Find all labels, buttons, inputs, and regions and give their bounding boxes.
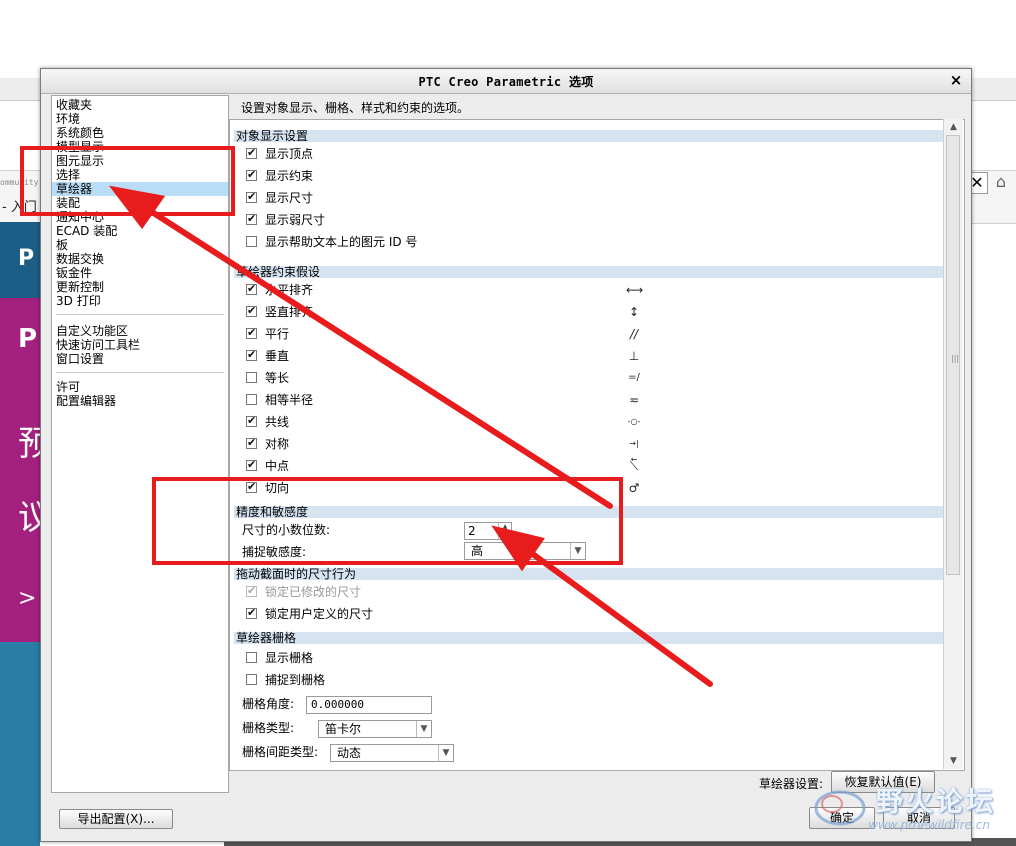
nav-item-3d-print[interactable]: 3D 打印 xyxy=(56,294,224,308)
option-show-vertices[interactable]: 显示顶点 xyxy=(246,146,313,162)
option-midpoint[interactable]: 中点 xyxy=(246,458,289,474)
midpoint-constraint-icon: ⟍ xyxy=(629,459,639,473)
grid-type-select[interactable]: 笛卡尔 ▼ xyxy=(318,720,432,738)
option-collinear[interactable]: 共线 xyxy=(246,414,289,430)
option-lock-modified-dims: 锁定已修改的尺寸 xyxy=(246,584,361,600)
option-show-dimensions[interactable]: 显示尺寸 xyxy=(246,190,313,206)
tangent-constraint-icon: ♂ xyxy=(628,481,640,495)
nav-divider xyxy=(56,372,224,373)
nav-item-system-colors[interactable]: 系统颜色 xyxy=(56,126,224,140)
checkbox[interactable] xyxy=(246,304,257,318)
nav-item-quick-access-toolbar[interactable]: 快速访问工具栏 xyxy=(56,338,224,352)
scroll-down-icon[interactable]: ▼ xyxy=(944,753,963,769)
export-config-button[interactable]: 导出配置(X)... xyxy=(59,809,173,829)
background-home-icon[interactable]: ⌂ xyxy=(990,172,1012,192)
symmetric-constraint-icon: →|← xyxy=(629,439,639,464)
equal-length-constraint-icon: =/ xyxy=(628,372,640,383)
close-icon[interactable]: × xyxy=(947,71,965,89)
scroll-grip-icon: ||| xyxy=(951,354,960,363)
scroll-thumb[interactable]: ||| xyxy=(946,135,960,575)
checkbox[interactable] xyxy=(246,146,257,160)
option-lock-user-dims[interactable]: 锁定用户定义的尺寸 xyxy=(246,606,373,622)
nav-item-environment[interactable]: 环境 xyxy=(56,112,224,126)
options-content-panel: 对象显示设置 显示顶点 显示约束 显示尺寸 显示弱尺寸 显示帮助文本上的图元 I… xyxy=(229,119,965,771)
nav-item-favorites[interactable]: 收藏夹 xyxy=(56,98,224,112)
option-equal-length[interactable]: 等长 xyxy=(246,370,289,386)
checkbox[interactable] xyxy=(246,168,257,182)
checkbox[interactable] xyxy=(246,212,257,226)
section-object-display: 对象显示设置 xyxy=(234,130,944,142)
background-banner-image xyxy=(0,642,40,846)
vertical-constraint-icon: ↕ xyxy=(628,305,640,319)
checkbox[interactable] xyxy=(246,348,257,362)
option-horizontal[interactable]: 水平排齐 xyxy=(246,282,313,298)
dialog-title: PTC Creo Parametric 选项 xyxy=(418,75,594,89)
nav-item-customize-ribbon[interactable]: 自定义功能区 xyxy=(56,324,224,338)
checkbox[interactable] xyxy=(246,190,257,204)
horizontal-constraint-icon: ⟷ xyxy=(626,283,644,297)
watermark-text: 野火论坛 xyxy=(876,787,996,818)
checkbox[interactable] xyxy=(246,606,257,620)
grid-angle-label: 栅格角度: xyxy=(242,697,295,711)
nav-item-license[interactable]: 许可 xyxy=(56,380,224,394)
vertical-scrollbar[interactable]: ▲ ||| ▼ xyxy=(943,119,963,769)
checkbox[interactable] xyxy=(246,236,257,247)
scroll-up-icon[interactable]: ▲ xyxy=(944,119,963,135)
grid-angle-input[interactable]: 0.000000 xyxy=(306,696,432,714)
chevron-down-icon[interactable]: ▼ xyxy=(416,721,431,737)
chevron-down-icon[interactable]: ▼ xyxy=(438,745,453,761)
nav-item-data-exchange[interactable]: 数据交换 xyxy=(56,252,224,266)
page-description: 设置对象显示、栅格、样式和约束的选项。 xyxy=(241,101,470,115)
nav-item-sheetmetal[interactable]: 钣金件 xyxy=(56,266,224,280)
option-show-weak-dimensions[interactable]: 显示弱尺寸 xyxy=(246,212,325,228)
option-show-entity-id[interactable]: 显示帮助文本上的图元 ID 号 xyxy=(246,234,417,250)
option-parallel[interactable]: 平行 xyxy=(246,326,289,342)
nav-divider xyxy=(56,314,224,315)
checkbox[interactable] xyxy=(246,436,257,450)
nav-item-update-control[interactable]: 更新控制 xyxy=(56,280,224,294)
option-show-grid[interactable]: 显示栅格 xyxy=(246,650,313,666)
option-vertical[interactable]: 竖直排齐 xyxy=(246,304,313,320)
nav-item-config-editor[interactable]: 配置编辑器 xyxy=(56,394,224,408)
nav-item-board[interactable]: 板 xyxy=(56,238,224,252)
grid-spacing-label: 栅格间距类型: xyxy=(242,745,319,759)
checkbox[interactable] xyxy=(246,652,257,663)
checkbox[interactable] xyxy=(246,414,257,428)
checkbox[interactable] xyxy=(246,394,257,405)
collinear-constraint-icon: -○- xyxy=(627,417,641,426)
banner-glyph: P xyxy=(18,324,38,354)
checkbox[interactable] xyxy=(246,458,257,472)
checkbox[interactable] xyxy=(246,674,257,685)
option-symmetric[interactable]: 对称 xyxy=(246,436,289,452)
perpendicular-constraint-icon: ⊥ xyxy=(628,349,640,363)
option-equal-radius[interactable]: 相等半径 xyxy=(246,392,313,408)
option-snap-to-grid[interactable]: 捕捉到栅格 xyxy=(246,672,325,688)
annotation-box-sketcher-nav xyxy=(20,146,235,216)
parallel-constraint-icon: // xyxy=(629,327,639,341)
section-sketcher-grid: 草绘器栅格 xyxy=(234,632,944,644)
checkbox[interactable] xyxy=(246,372,257,383)
checkbox[interactable] xyxy=(246,282,257,296)
option-show-constraints[interactable]: 显示约束 xyxy=(246,168,313,184)
equal-radius-constraint-icon: ≂ xyxy=(628,393,640,407)
checkbox[interactable] xyxy=(246,326,257,340)
banner-glyph: > xyxy=(18,586,37,611)
section-constraint-assumptions: 草绘器约束假设 xyxy=(234,266,944,278)
grid-spacing-select[interactable]: 动态 ▼ xyxy=(330,744,454,762)
option-perpendicular[interactable]: 垂直 xyxy=(246,348,289,364)
grid-type-label: 栅格类型: xyxy=(242,721,295,735)
dialog-title-bar[interactable]: PTC Creo Parametric 选项 × xyxy=(41,69,971,94)
watermark-logo-icon xyxy=(814,790,866,826)
watermark-url: www.proewildfire.cn xyxy=(868,818,990,832)
nav-item-ecad-assembly[interactable]: ECAD 装配 xyxy=(56,224,224,238)
nav-item-window-settings[interactable]: 窗口设置 xyxy=(56,352,224,366)
annotation-box-precision xyxy=(152,477,623,565)
checkbox xyxy=(246,584,257,598)
section-drag-behavior: 拖动截面时的尺寸行为 xyxy=(234,568,944,580)
banner-glyph: P xyxy=(18,246,35,271)
